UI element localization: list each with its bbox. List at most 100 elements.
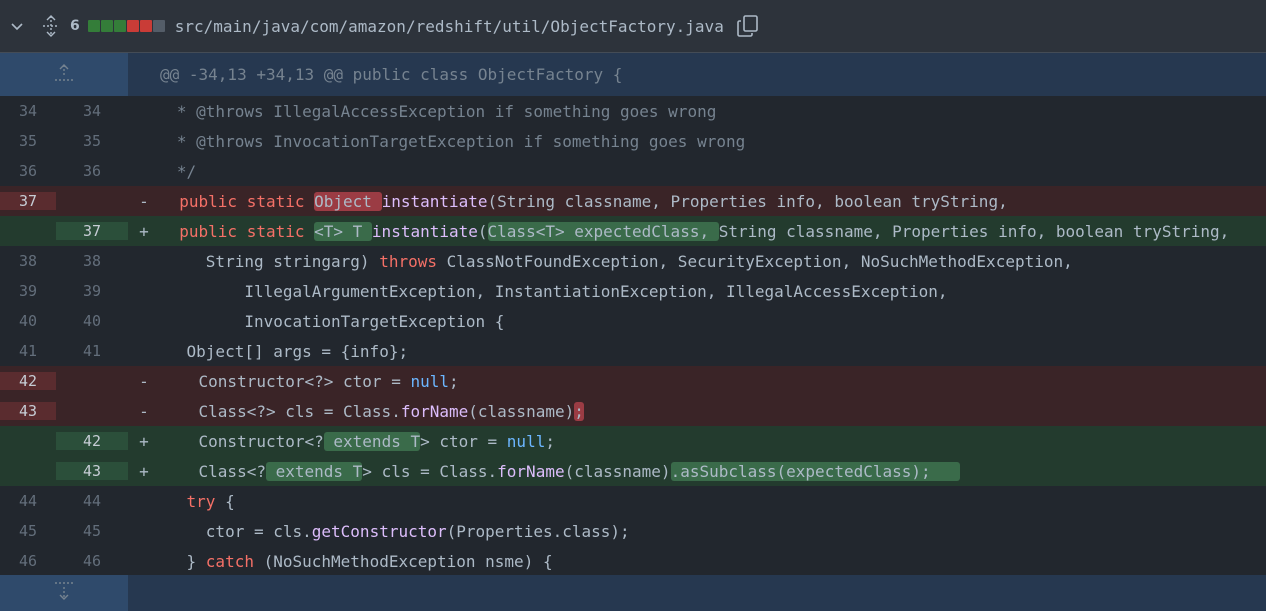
old-line-number[interactable]: 43 <box>0 402 56 420</box>
old-line-number[interactable]: 37 <box>0 192 56 210</box>
new-line-number[interactable]: 46 <box>56 552 128 570</box>
diffstat-deleted <box>139 20 152 32</box>
diff-line: 39 39 IllegalArgumentException, Instanti… <box>0 276 1266 306</box>
diff-line: 34 34 * @throws IllegalAccessException i… <box>0 96 1266 126</box>
code-token: null <box>506 431 546 451</box>
added-line: 37 + public static <T> T instantiate(Cla… <box>0 216 1266 246</box>
code-text: InvocationTargetException { <box>148 311 505 331</box>
code-text: try { <box>128 492 1266 511</box>
old-line-number[interactable]: 40 <box>0 312 56 330</box>
old-line-number[interactable]: 45 <box>0 522 56 540</box>
change-count: 6 <box>70 18 80 34</box>
code-text: Class<?> cls = Class.forName(classname); <box>160 401 1266 421</box>
code-text: public static Object instantiate(String … <box>160 191 1266 211</box>
old-line-number[interactable]: 38 <box>0 252 56 270</box>
code-token: (classname) <box>564 461 671 481</box>
code-token: Class<?> cls = Class. <box>160 401 401 421</box>
file-path[interactable]: src/main/java/com/amazon/redshift/util/O… <box>175 17 724 36</box>
code-text: Object[] args = {info}; <box>148 341 409 361</box>
code-text: * @throws InvocationTargetException if s… <box>148 131 746 151</box>
diffstat-neutral <box>152 20 165 32</box>
file-header: 6 src/main/java/com/amazon/redshift/util… <box>0 0 1266 53</box>
code-token: (Properties.class); <box>446 521 630 541</box>
diff-marker: + <box>139 461 149 481</box>
new-line-number[interactable]: 41 <box>56 342 128 360</box>
code-token: Constructor<?> ctor = <box>160 371 411 391</box>
code-token: } <box>148 551 206 571</box>
code-token-highlight: ; <box>574 401 584 421</box>
code-text: IllegalArgumentException, InstantiationE… <box>148 281 948 301</box>
code-token: public static <box>160 221 315 241</box>
diffstat-added <box>100 20 113 32</box>
deleted-line: 37 - public static Object instantiate(St… <box>0 186 1266 216</box>
diffstat-deleted <box>126 20 139 32</box>
old-line-number[interactable]: 35 <box>0 132 56 150</box>
old-line-number[interactable]: 44 <box>0 492 56 510</box>
code-text: Constructor<?> ctor = null; <box>160 372 1266 391</box>
code-text: ctor = cls.getConstructor(Properties.cla… <box>128 522 1266 541</box>
added-line: 42 + Constructor<? extends T> ctor = nul… <box>0 426 1266 456</box>
code-token-highlight: Object <box>314 191 382 211</box>
added-line: 43 + Class<? extends T> cls = Class.forN… <box>0 456 1266 486</box>
new-line-number[interactable]: 42 <box>56 432 128 450</box>
expand-up-button[interactable] <box>0 53 128 96</box>
fold-up-icon <box>52 63 76 87</box>
hunk-header: @@ -34,13 +34,13 @@ public class ObjectF… <box>0 53 1266 96</box>
diffstat-added <box>113 20 126 32</box>
code-token: > ctor = <box>420 431 507 451</box>
diff-line: 35 35 * @throws InvocationTargetExceptio… <box>0 126 1266 156</box>
code-text: public static <T> T instantiate(Class<T>… <box>160 221 1266 241</box>
code-token: Class<? <box>160 461 266 481</box>
code-text: */ <box>148 161 197 181</box>
new-line-number[interactable]: 35 <box>56 132 128 150</box>
code-token: { <box>215 491 235 511</box>
new-line-number[interactable]: 40 <box>56 312 128 330</box>
diff-marker: + <box>139 221 149 241</box>
diff-marker: - <box>139 191 149 211</box>
diff-line: 46 46 } catch (NoSuchMethodException nsm… <box>0 546 1266 576</box>
diff-marker: + <box>139 431 149 451</box>
new-line-number[interactable]: 38 <box>56 252 128 270</box>
copy-icon[interactable] <box>736 14 760 38</box>
new-line-number[interactable]: 37 <box>56 222 128 240</box>
new-line-number[interactable]: 45 <box>56 522 128 540</box>
code-token: ; <box>545 431 555 451</box>
old-line-number[interactable]: 39 <box>0 282 56 300</box>
diff-line: 44 44 try { <box>0 486 1266 516</box>
chevron-down-icon[interactable] <box>8 17 26 35</box>
new-line-number[interactable]: 44 <box>56 492 128 510</box>
new-line-number[interactable]: 36 <box>56 162 128 180</box>
code-token: > cls = Class. <box>362 461 498 481</box>
code-token-highlight: extends T <box>265 461 363 481</box>
expand-down-button[interactable] <box>0 575 128 611</box>
code-token: (classname) <box>468 401 575 421</box>
code-token: (String classname, Properties info, bool… <box>487 191 1008 211</box>
code-token-highlight: <T> T <box>314 221 372 241</box>
old-line-number[interactable]: 41 <box>0 342 56 360</box>
code-token: catch <box>205 551 254 571</box>
code-token: String stringarg) <box>148 251 380 271</box>
old-line-number[interactable]: 36 <box>0 162 56 180</box>
code-token: ( <box>477 221 488 241</box>
code-text: * @throws IllegalAccessException if some… <box>148 101 717 121</box>
diff-line: 45 45 ctor = cls.getConstructor(Properti… <box>0 516 1266 546</box>
diffstat <box>87 20 165 32</box>
diffstat-added <box>87 20 100 32</box>
unfold-icon[interactable] <box>40 15 62 37</box>
new-line-number[interactable]: 43 <box>56 462 128 480</box>
hunk-footer <box>0 575 1266 611</box>
deleted-line: 43 - Class<?> cls = Class.forName(classn… <box>0 396 1266 426</box>
old-line-number[interactable]: 34 <box>0 102 56 120</box>
deleted-line: 42 - Constructor<?> ctor = null; <box>0 366 1266 396</box>
new-line-number[interactable]: 34 <box>56 102 128 120</box>
diff-marker: - <box>139 371 149 391</box>
new-line-number[interactable]: 39 <box>56 282 128 300</box>
old-line-number[interactable]: 46 <box>0 552 56 570</box>
code-token: getConstructor <box>311 521 447 541</box>
code-text: String stringarg) throws ClassNotFoundEx… <box>128 252 1266 271</box>
code-token: instantiate <box>381 191 488 211</box>
code-token: ClassNotFoundException, SecurityExceptio… <box>436 251 1073 271</box>
diff-line: 36 36 */ <box>0 156 1266 186</box>
old-line-number[interactable]: 42 <box>0 372 56 390</box>
